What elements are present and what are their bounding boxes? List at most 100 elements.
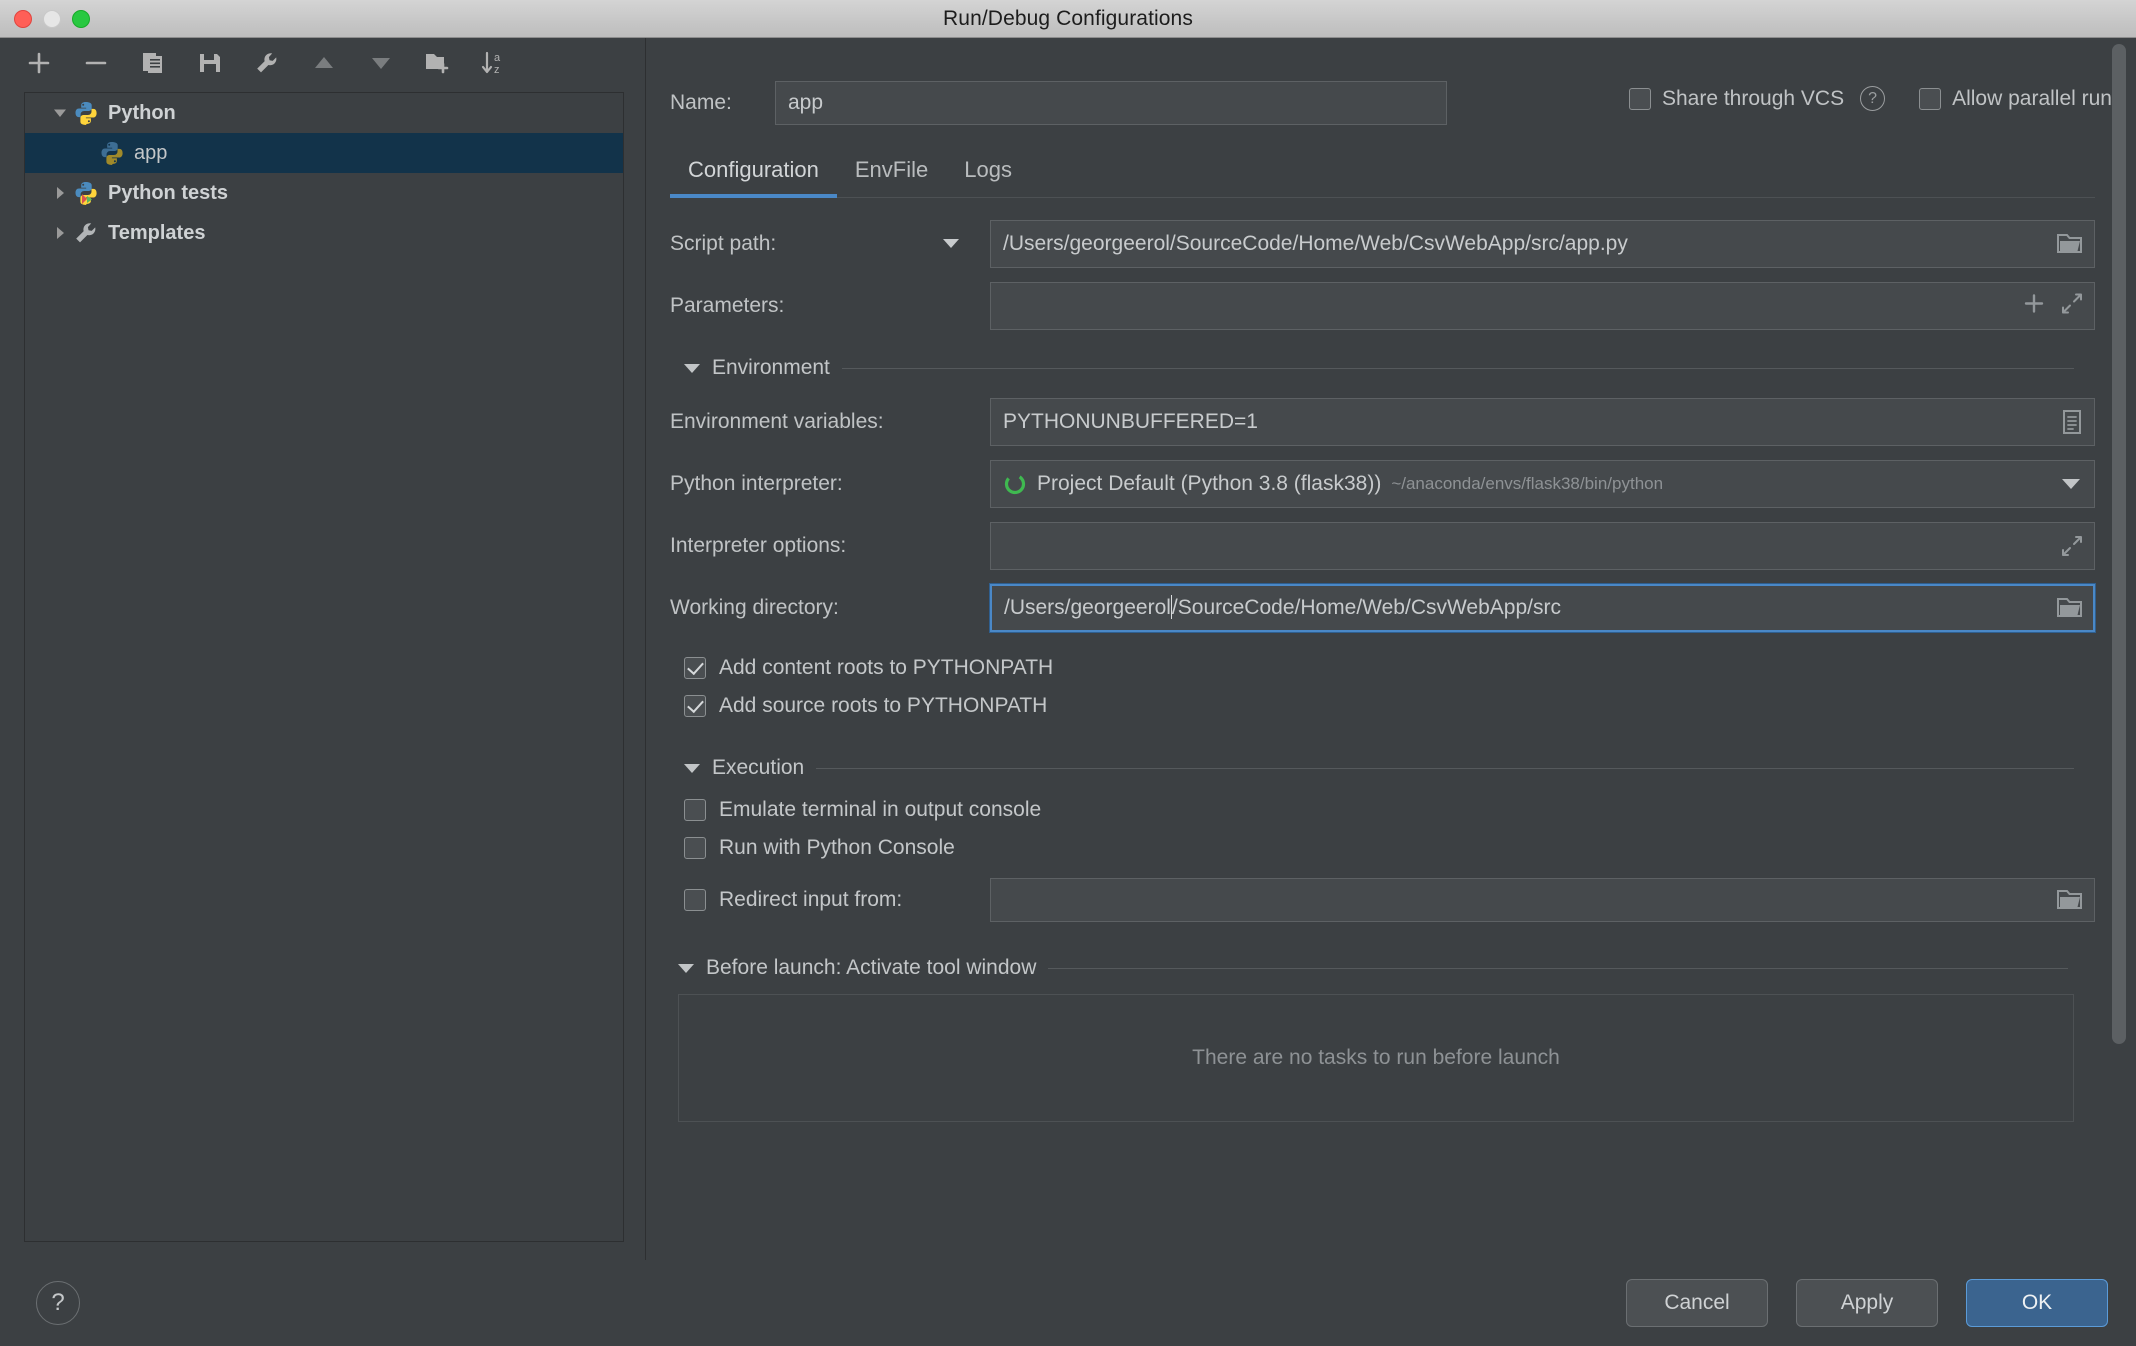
tree-item-templates[interactable]: Templates — [25, 213, 623, 253]
working-directory-control: /Users/georgeerol/SourceCode/Home/Web/Cs… — [989, 583, 2096, 633]
redirect-input-row: Redirect input from: — [684, 878, 2095, 922]
tree-item-label: Python tests — [108, 181, 229, 204]
tab-configuration[interactable]: Configuration — [670, 157, 837, 198]
chevron-down-icon[interactable] — [684, 363, 700, 373]
script-path-input[interactable]: /Users/georgeerol/SourceCode/Home/Web/Cs… — [990, 220, 2095, 268]
environment-variables-input[interactable]: PYTHONUNBUFFERED=1 — [990, 398, 2095, 446]
python-interpreter-path-hint: ~/anaconda/envs/flask38/bin/python — [1391, 474, 1664, 493]
question-mark-icon[interactable]: ? — [1860, 86, 1886, 111]
checkbox-box[interactable] — [684, 695, 706, 717]
remove-configuration-button[interactable] — [81, 48, 111, 78]
parameters-row: Parameters: — [670, 282, 2095, 330]
environment-variables-edit-button[interactable] — [2061, 410, 2083, 434]
interpreter-options-control — [990, 522, 2095, 570]
tab-envfile[interactable]: EnvFile — [837, 157, 946, 197]
execution-section-title: Execution — [712, 756, 805, 779]
checkbox-box[interactable] — [684, 837, 706, 859]
chevron-down-icon[interactable] — [684, 763, 700, 773]
folder-icon — [2057, 890, 2082, 909]
redirect-input-field[interactable] — [990, 878, 2095, 922]
working-directory-browse-button[interactable] — [2057, 597, 2083, 619]
python-interpreter-combobox[interactable]: Project Default (Python 3.8 (flask38)) ~… — [990, 460, 2095, 508]
save-configuration-button[interactable] — [195, 48, 225, 78]
script-path-label-group: Script path: — [670, 232, 990, 256]
question-mark-icon: ? — [51, 1289, 65, 1316]
move-up-button[interactable] — [309, 48, 339, 78]
chevron-down-icon[interactable] — [2062, 479, 2080, 489]
svg-text:z: z — [494, 64, 500, 76]
chevron-down-icon[interactable] — [678, 963, 694, 973]
chevron-right-icon[interactable] — [47, 225, 73, 241]
name-label: Name: — [670, 91, 732, 114]
run-with-python-console-label: Run with Python Console — [719, 836, 955, 859]
python-file-icon — [99, 140, 125, 166]
chevron-right-icon[interactable] — [47, 185, 73, 201]
environment-variables-row: Environment variables: PYTHONUNBUFFERED=… — [670, 398, 2095, 446]
tree-item-label: Templates — [108, 221, 206, 244]
ok-button[interactable]: OK — [1966, 1279, 2108, 1327]
sort-alphabetically-button[interactable]: a z — [480, 48, 510, 78]
tree-item-label: Python — [108, 101, 176, 124]
new-folder-button[interactable] — [423, 48, 453, 78]
redirect-input-label: Redirect input from: — [719, 888, 903, 911]
working-directory-label: Working directory: — [670, 596, 839, 619]
allow-parallel-run-label: Allow parallel run — [1952, 86, 2112, 110]
cancel-button-label: Cancel — [1664, 1291, 1730, 1314]
edit-templates-button[interactable] — [252, 48, 282, 78]
scrollbar-thumb[interactable] — [2112, 44, 2126, 1044]
move-down-button[interactable] — [366, 48, 396, 78]
window-title: Run/Debug Configurations — [943, 6, 1193, 30]
chevron-down-icon[interactable] — [942, 237, 960, 252]
expand-icon — [2062, 293, 2082, 314]
list-edit-icon — [2063, 410, 2081, 434]
chevron-down-icon[interactable] — [47, 105, 73, 121]
execution-section-header[interactable]: Execution — [684, 756, 2074, 780]
add-content-roots-label: Add content roots to PYTHONPATH — [719, 656, 1054, 679]
tree-item-app[interactable]: app — [25, 133, 623, 173]
editor-scrollbar[interactable] — [2112, 44, 2126, 1044]
tree-item-python[interactable]: Python — [25, 93, 623, 133]
section-divider — [1048, 967, 2068, 969]
add-configuration-button[interactable] — [24, 48, 54, 78]
tab-logs[interactable]: Logs — [946, 157, 1030, 197]
before-launch-title: Before launch: Activate tool window — [706, 956, 1037, 979]
allow-parallel-run-checkbox[interactable]: Allow parallel run — [1919, 87, 2112, 111]
before-launch-header[interactable]: Before launch: Activate tool window — [678, 956, 2068, 980]
apply-button[interactable]: Apply — [1796, 1279, 1938, 1327]
run-with-python-console-checkbox[interactable]: Run with Python Console — [684, 836, 2095, 860]
add-source-roots-checkbox[interactable]: Add source roots to PYTHONPATH — [684, 694, 2095, 718]
interpreter-options-expand-button[interactable] — [2061, 535, 2083, 557]
copy-configuration-button[interactable] — [138, 48, 168, 78]
expand-editor-button[interactable] — [2061, 293, 2083, 320]
emulate-terminal-checkbox[interactable]: Emulate terminal in output console — [684, 798, 2095, 822]
parameters-label: Parameters: — [670, 294, 785, 317]
configurations-tree[interactable]: Python app Python tests Templates — [24, 92, 624, 1242]
redirect-input-checkbox[interactable]: Redirect input from: — [684, 888, 990, 912]
checkbox-box[interactable] — [684, 657, 706, 679]
cancel-button[interactable]: Cancel — [1626, 1279, 1768, 1327]
environment-section-header[interactable]: Environment — [684, 356, 2074, 380]
share-through-vcs-checkbox[interactable]: Share through VCS — [1628, 87, 1844, 111]
parameters-input[interactable] — [990, 282, 2095, 330]
python-interpreter-row: Python interpreter: Project Default (Pyt… — [670, 460, 2095, 508]
before-launch-empty-text: There are no tasks to run before launch — [1192, 1046, 1560, 1069]
before-launch-tasks-list[interactable]: There are no tasks to run before launch — [678, 994, 2074, 1122]
working-directory-value-after-caret: /SourceCode/Home/Web/CsvWebApp/src — [1171, 596, 1561, 619]
name-input[interactable]: app — [775, 81, 1447, 125]
script-path-browse-button[interactable] — [2057, 233, 2083, 255]
help-button[interactable]: ? — [36, 1281, 80, 1325]
checkbox-box[interactable] — [684, 889, 706, 911]
checkbox-box[interactable] — [1919, 87, 1942, 110]
working-directory-input[interactable]: /Users/georgeerol/SourceCode/Home/Web/Cs… — [989, 583, 2096, 633]
environment-variables-control: PYTHONUNBUFFERED=1 — [990, 398, 2095, 446]
checkbox-box[interactable] — [684, 799, 706, 821]
add-content-roots-checkbox[interactable]: Add content roots to PYTHONPATH — [684, 656, 2095, 680]
tree-item-python-tests[interactable]: Python tests — [25, 173, 623, 213]
python-icon — [73, 100, 99, 126]
configurations-pane: a z Python app Python tests Templates — [0, 38, 645, 1260]
add-macro-button[interactable] — [2023, 293, 2045, 320]
checkbox-box[interactable] — [1628, 87, 1651, 110]
redirect-input-browse-button[interactable] — [2057, 889, 2083, 911]
plus-icon — [2024, 294, 2044, 313]
interpreter-options-input[interactable] — [990, 522, 2095, 570]
